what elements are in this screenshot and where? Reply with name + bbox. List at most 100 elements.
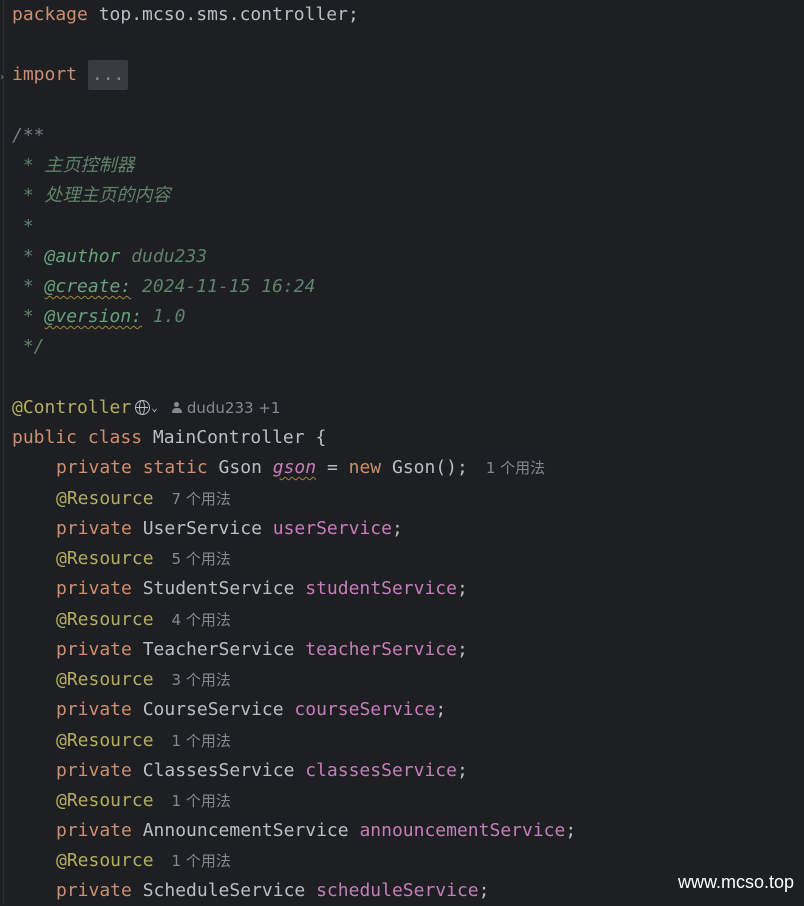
usages-hint[interactable]: 4 个用法 [172, 611, 231, 629]
private-keyword: private [56, 820, 132, 841]
field-type: TeacherService [131, 639, 306, 660]
package-keyword: package [12, 4, 88, 25]
resource-annotation-line[interactable]: @Resource 1 个用法 [56, 726, 231, 756]
doc-prefix: * [12, 246, 45, 267]
doc-author-value: dudu233 [120, 246, 208, 267]
private-keyword: private [56, 518, 132, 539]
resource-annotation-line[interactable]: @Resource 5 个用法 [56, 544, 231, 574]
doc-author-line: * @author dudu233 [12, 242, 207, 272]
doc-version-value: 1.0 [142, 306, 186, 327]
usages-hint[interactable]: 5 个用法 [172, 550, 231, 568]
doc-open: /** [12, 125, 45, 146]
semicolon: ; [456, 578, 468, 599]
field-type: AnnouncementService [131, 820, 360, 841]
doc-prefix: * [12, 306, 45, 327]
fold-arrow-icon[interactable]: › [0, 72, 5, 83]
static-keyword: static [131, 457, 208, 478]
doc-line-title: * 主页控制器 [12, 155, 135, 176]
field-declaration-line[interactable]: private ScheduleService scheduleService; [56, 876, 490, 906]
field-name: scheduleService [316, 880, 479, 901]
doc-prefix: * [12, 276, 45, 297]
field-name: studentService [305, 578, 457, 599]
resource-annotation-line[interactable]: @Resource 7 个用法 [56, 484, 231, 514]
resource-annotation-line[interactable]: @Resource 1 个用法 [56, 846, 231, 876]
import-keyword: import [12, 64, 78, 85]
usages-hint[interactable]: 1 个用法 [172, 732, 231, 750]
doc-create-value: 2024-11-15 16:24 [131, 276, 316, 297]
class-name: MainController { [142, 427, 327, 448]
author-hint-text: dudu233 +1 [186, 399, 281, 417]
field-type: Gson [207, 457, 273, 478]
field-name: courseService [294, 699, 436, 720]
resource-annotation: @Resource [56, 548, 154, 569]
doc-line-empty: * [12, 216, 34, 237]
package-name: top.mcso.sms.controller; [87, 4, 359, 25]
doc-create-tag: @create: [44, 276, 132, 297]
person-icon [171, 402, 182, 414]
doc-close: */ [12, 336, 45, 357]
import-line[interactable]: import ... [12, 60, 129, 90]
field-declaration-line[interactable]: private ClassesService classesService; [56, 756, 468, 786]
resource-annotation-line[interactable]: @Resource 1 个用法 [56, 786, 231, 816]
doc-version-tag: @version: [44, 306, 143, 327]
globe-icon[interactable] [135, 400, 151, 415]
chevron-down-icon[interactable]: ⌄ [151, 393, 158, 423]
resource-annotation-line[interactable]: @Resource 4 个用法 [56, 605, 231, 635]
author-hint[interactable]: dudu233 +1 [171, 399, 281, 417]
new-keyword: new [348, 457, 382, 478]
doc-line-description: * 处理主页的内容 [12, 185, 171, 206]
controller-annotation-line[interactable]: @Controller ⌄ dudu233 +1 [12, 393, 280, 423]
doc-create-line: * @create: 2024-11-15 16:24 [12, 272, 316, 302]
watermark: www.mcso.top [677, 872, 794, 892]
resource-annotation: @Resource [56, 488, 154, 509]
semicolon: ; [478, 880, 490, 901]
gutter-divider [3, 0, 4, 905]
usages-hint[interactable]: 1 个用法 [486, 459, 545, 477]
private-keyword: private [56, 457, 132, 478]
resource-annotation: @Resource [56, 609, 154, 630]
gson-field-line[interactable]: private static Gson gson = new Gson(); 1 … [56, 453, 545, 483]
field-declaration-line[interactable]: private StudentService studentService; [56, 574, 468, 604]
private-keyword: private [56, 880, 132, 901]
field-type: ScheduleService [131, 880, 317, 901]
usages-hint[interactable]: 1 个用法 [172, 852, 231, 870]
field-declaration-line[interactable]: private CourseService courseService; [56, 695, 446, 725]
semicolon: ; [565, 820, 577, 841]
field-declaration-line[interactable]: private UserService userService; [56, 514, 403, 544]
field-type: CourseService [131, 699, 295, 720]
doc-version-line: * @version: 1.0 [12, 302, 186, 332]
field-name: classesService [305, 760, 457, 781]
field-name: announcementService [359, 820, 566, 841]
resource-annotation: @Resource [56, 730, 154, 751]
class-keywords: public class [12, 427, 143, 448]
private-keyword: private [56, 699, 132, 720]
semicolon: ; [391, 518, 403, 539]
field-name: teacherService [305, 639, 457, 660]
private-keyword: private [56, 639, 132, 660]
import-fold-placeholder[interactable]: ... [87, 60, 129, 90]
resource-annotation: @Resource [56, 669, 154, 690]
field-declaration-line[interactable]: private TeacherService teacherService; [56, 635, 468, 665]
field-type: StudentService [131, 578, 306, 599]
field-declaration-line[interactable]: private AnnouncementService announcement… [56, 816, 576, 846]
semicolon: ; [456, 760, 468, 781]
private-keyword: private [56, 760, 132, 781]
field-initializer: Gson(); [381, 457, 468, 478]
semicolon: ; [456, 639, 468, 660]
usages-hint[interactable]: 1 个用法 [172, 792, 231, 810]
doc-author-tag: @author [44, 246, 121, 267]
field-type: UserService [131, 518, 273, 539]
usages-hint[interactable]: 3 个用法 [172, 671, 231, 689]
resource-annotation: @Resource [56, 850, 154, 871]
usages-hint[interactable]: 7 个用法 [172, 490, 231, 508]
resource-annotation: @Resource [56, 790, 154, 811]
code-editor[interactable]: package top.mcso.sms.controller; › impor… [0, 0, 804, 905]
semicolon: ; [435, 699, 447, 720]
class-declaration-line[interactable]: public class MainController { [12, 423, 326, 453]
field-type: ClassesService [131, 760, 306, 781]
resource-annotation-line[interactable]: @Resource 3 个用法 [56, 665, 231, 695]
controller-annotation: @Controller [12, 397, 132, 418]
assign-operator: = [316, 457, 349, 478]
package-line[interactable]: package top.mcso.sms.controller; [12, 0, 359, 30]
private-keyword: private [56, 578, 132, 599]
